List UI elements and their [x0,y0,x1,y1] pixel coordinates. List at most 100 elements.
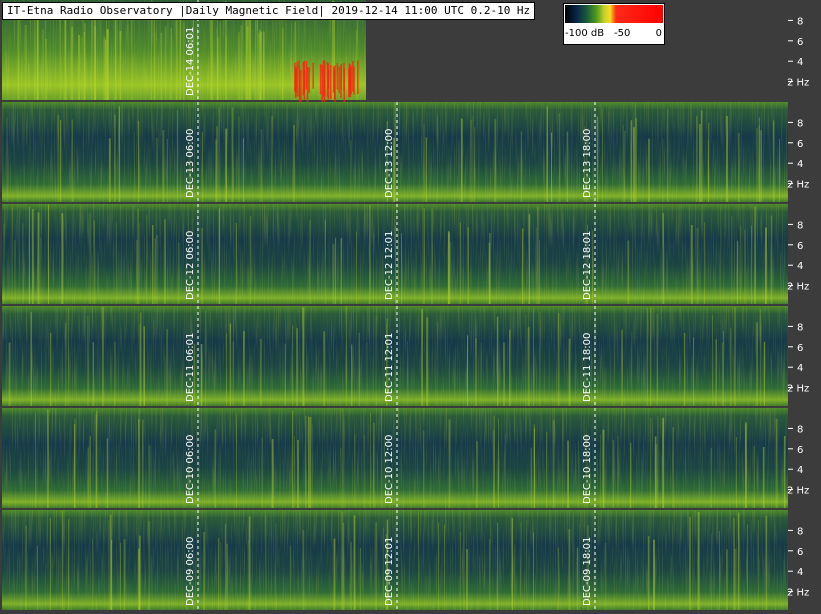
spectrogram-streak [539,311,541,406]
spectrogram-streak [131,9,133,100]
spectrogram-streak [226,333,227,406]
time-marker-label: DEC-13 12:00 [384,129,395,198]
spectrogram-streak [533,309,534,406]
spectrogram-streak [437,114,438,202]
spectrogram-burst [332,66,335,93]
spectrogram-row-2019-12-12: DEC-12 06:00 DEC-12 12:01 DEC-12 18:01 2 Hz… [2,204,809,304]
spectrogram-streak [662,138,664,202]
spectrogram-streak [249,215,252,304]
spectrogram-streak [535,227,538,304]
spectrogram-streak [699,123,701,202]
spectrogram-streak [24,25,27,100]
y-tick-label: 2 Hz [787,78,809,89]
spectrogram-streak [567,440,569,508]
spectrogram-streak [104,39,107,100]
spectrogram-streak [703,222,705,304]
spectrogram-streak [92,342,94,406]
spectrogram-streak [359,547,361,610]
spectrogram-burst [326,62,329,97]
spectrogram-streak [333,538,336,610]
spectrogram-streak [296,328,298,406]
spectrogram-streak [109,514,112,610]
spectrogram-streak [343,414,345,508]
spectrogram-streak [225,35,227,100]
spectrogram-streak [770,215,773,304]
spectrogram-streak [522,228,524,304]
spectrogram-streak [106,438,109,508]
spectrogram-streak [672,427,674,508]
spectrogram-streak [633,127,635,202]
y-tick-label: 4 [797,465,803,476]
spectrogram-streak [91,19,93,101]
spectrogram-streak [494,119,497,202]
spectrogram-streak [216,126,218,202]
spectrogram-burst [330,65,332,99]
spectrogram-streak [67,308,69,406]
spectrogram-streak [654,436,657,508]
spectrogram-streak [164,219,166,304]
spectrogram-streak [293,124,295,202]
spectrogram-streak [657,415,659,508]
spectrogram-streak [225,524,226,610]
spectrogram-streak [133,132,135,202]
spectrogram-row-2019-12-13: DEC-13 06:00 DEC-13 12:00 DEC-13 18:00 2 Hz… [2,102,809,202]
spectrogram-streak [578,441,579,508]
spectrogram-streak [735,437,737,508]
spectrogram-streak [308,416,310,508]
spectrogram-streak [760,309,762,406]
spectrogram-streak [753,446,755,508]
spectrogram-streak [323,331,325,406]
spectrogram-streak [28,207,30,304]
spectrogram-streak [520,521,522,610]
spectrogram-streak [297,439,299,508]
spectrogram-burst [298,65,301,102]
spectrogram-streak [423,208,425,304]
spectrogram-streak [354,434,356,508]
colorbar-gradient [565,5,663,23]
spectrogram-streak [6,117,8,202]
spectrogram-streak [497,522,499,610]
spectrogram-streak [148,445,151,508]
spectrogram-streak [136,239,138,304]
spectrogram-texture [2,306,788,406]
time-marker-label: DEC-10 12:00 [384,435,395,504]
y-tick-label: 8 [797,220,803,231]
spectrogram-streak [219,22,221,100]
spectrogram-streak [93,26,95,101]
spectrogram-streak [123,539,126,610]
spectrogram-streak [236,413,237,508]
spectrogram-streak [119,542,121,610]
spectrogram-streak [138,419,140,508]
spectrogram-streak [731,216,733,304]
spectrogram-streak [250,22,252,100]
colorbar-legend: -100 dB -50 0 [563,3,665,45]
spectrogram-burst [334,69,336,105]
spectrogram-streak [59,15,61,101]
spectrogram-streak [40,237,42,304]
spectrogram-streak [202,132,203,202]
spectrogram-burst [350,66,352,95]
spectrogram-streak [342,408,344,508]
spectrogram-streak [528,214,530,304]
spectrogram-streak [229,323,232,406]
spectrogram-streak [514,544,516,610]
y-tick-label: 2 Hz [787,486,809,497]
spectrogram-streak [214,429,216,508]
y-tick-label: 6 [797,139,803,150]
spectrogram-streak [546,106,548,202]
spectrogram-streak [31,209,34,304]
spectrogram-streak [646,307,648,406]
spectrogram-streak [667,109,669,202]
spectrogram-streak [345,306,348,406]
spectrogram-streak [504,434,506,508]
spectrogram-streak [294,436,295,508]
spectrogram-streak [463,510,465,610]
spectrogram-streak [758,125,760,202]
spectrogram-streak [604,542,607,610]
spectrogram-streak [557,313,560,406]
spectrogram-streak [617,436,619,508]
spectrogram-streak [737,240,739,304]
spectrogram-streak [697,512,700,610]
spectrogram-streak [201,227,203,304]
spectrogram-streak [395,225,396,304]
